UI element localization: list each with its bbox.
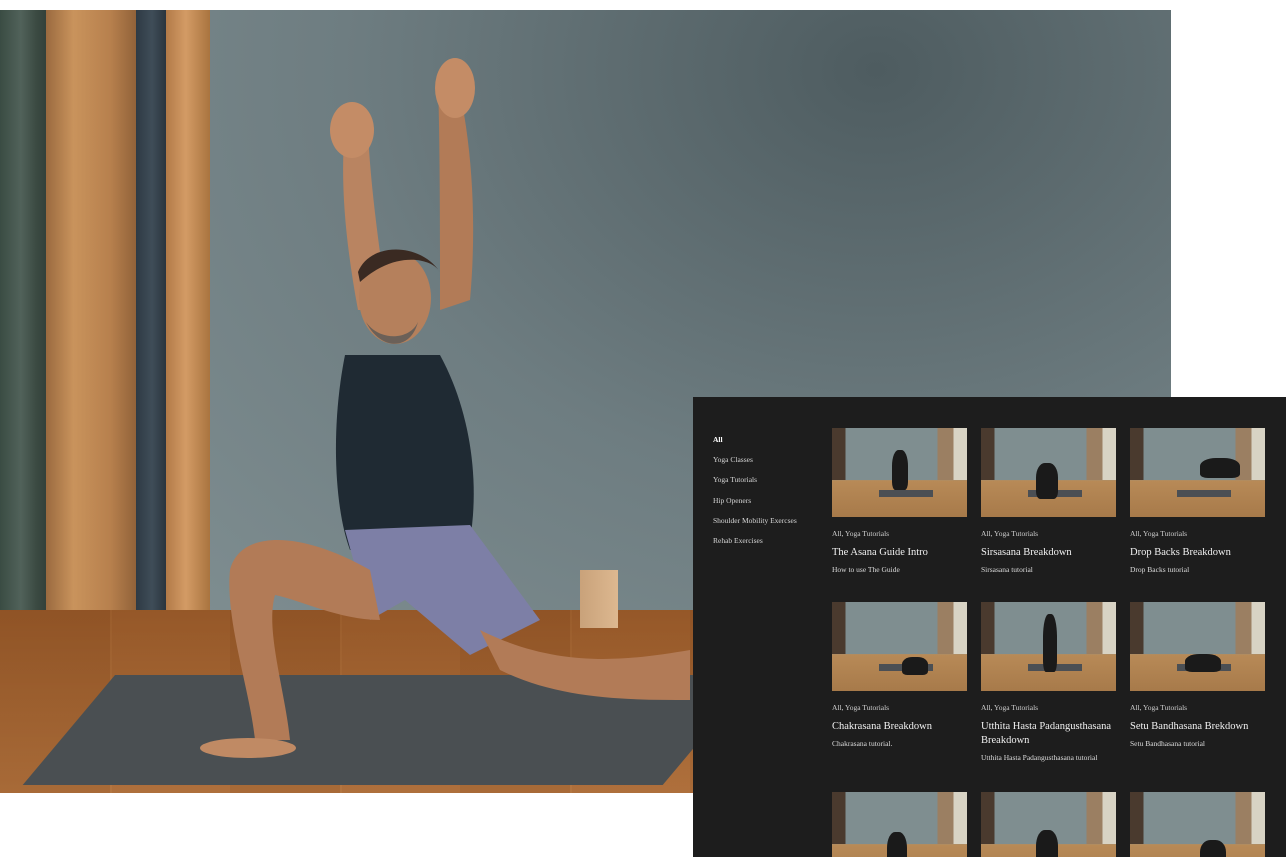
video-thumbnail[interactable] [832,428,967,517]
video-category: All, Yoga Tutorials [832,529,890,538]
video-title[interactable]: The Asana Guide Intro [832,546,968,560]
thumbnail-figure [1200,458,1240,478]
thumbnail-wall [832,602,967,654]
video-card[interactable]: All, Yoga Tutorials Utthita Hasta Padang… [981,602,1117,763]
video-thumbnail[interactable] [1130,428,1265,517]
filter-hip-openers[interactable]: Hip Openers [713,496,797,516]
thumbnail-wall [1130,428,1265,480]
video-thumbnail[interactable] [832,792,967,857]
video-card[interactable]: All, Yoga Tutorials Chakrasana Breakdown… [832,602,968,749]
video-thumbnail[interactable] [1130,602,1265,691]
video-thumbnail[interactable] [981,602,1116,691]
video-category: All, Yoga Tutorials [1130,703,1188,712]
filter-all[interactable]: All [713,435,797,455]
video-subtitle: Utthita Hasta Padangusthasana tutorial [981,753,1098,762]
thumbnail-figure [902,657,928,675]
thumbnail-figure [1200,840,1226,857]
thumbnail-mat [1177,490,1232,498]
video-title[interactable]: Utthita Hasta Padangusthasana Breakdown [981,720,1117,748]
video-card[interactable]: All, Yoga Tutorials The Asana Guide Intr… [832,428,968,575]
video-thumbnail[interactable] [832,602,967,691]
video-subtitle: Chakrasana tutorial. [832,739,893,748]
video-card[interactable] [832,792,968,857]
video-card[interactable] [1130,792,1266,857]
filter-yoga-classes[interactable]: Yoga Classes [713,455,797,475]
video-category: All, Yoga Tutorials [1130,529,1188,538]
video-category: All, Yoga Tutorials [981,703,1039,712]
thumbnail-figure [1185,654,1221,672]
thumbnail-figure [1043,614,1057,672]
video-subtitle: Setu Bandhasana tutorial [1130,739,1205,748]
video-card[interactable]: All, Yoga Tutorials Sirsasana Breakdown … [981,428,1117,575]
thumbnail-figure [887,832,907,857]
video-title[interactable]: Chakrasana Breakdown [832,720,968,734]
video-title[interactable]: Setu Bandhasana Brekdown [1130,720,1266,734]
filter-rehab-exercises[interactable]: Rehab Exercises [713,536,797,556]
thumbnail-wall [1130,602,1265,654]
video-subtitle: Sirsasana tutorial [981,565,1033,574]
video-card[interactable]: All, Yoga Tutorials Setu Bandhasana Brek… [1130,602,1266,749]
video-category: All, Yoga Tutorials [981,529,1039,538]
video-thumbnail[interactable] [981,792,1116,857]
thumbnail-figure [1036,463,1058,499]
thumbnail-figure [892,450,908,490]
filter-yoga-tutorials[interactable]: Yoga Tutorials [713,475,797,495]
filter-shoulder-mobility[interactable]: Shoulder Mobility Exercses [713,516,797,536]
thumbnail-wall [1130,792,1265,844]
video-library-panel: All Yoga Classes Yoga Tutorials Hip Open… [693,397,1286,857]
category-filter-list: All Yoga Classes Yoga Tutorials Hip Open… [713,435,797,556]
thumbnail-figure [1036,830,1058,857]
video-title[interactable]: Sirsasana Breakdown [981,546,1117,560]
video-category: All, Yoga Tutorials [832,703,890,712]
video-thumbnail[interactable] [1130,792,1265,857]
video-subtitle: Drop Backs tutorial [1130,565,1190,574]
video-thumbnail[interactable] [981,428,1116,517]
video-card[interactable] [981,792,1117,857]
video-card[interactable]: All, Yoga Tutorials Drop Backs Breakdown… [1130,428,1266,575]
video-title[interactable]: Drop Backs Breakdown [1130,546,1266,560]
video-subtitle: How to use The Guide [832,565,900,574]
thumbnail-mat [879,490,934,498]
